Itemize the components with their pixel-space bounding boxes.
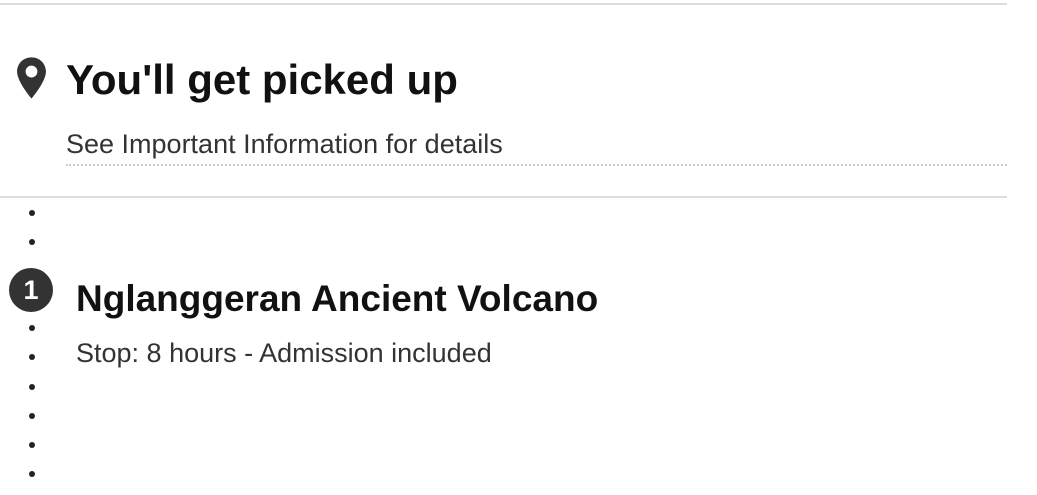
stop-number-badge: 1 (9, 268, 53, 312)
timeline-dot (29, 384, 35, 390)
stop-title[interactable]: Nglanggeran Ancient Volcano (76, 277, 598, 321)
timeline-dot (29, 471, 35, 477)
timeline-dot (29, 413, 35, 419)
pickup-title: You'll get picked up (66, 56, 458, 103)
timeline-dot (29, 239, 35, 245)
itinerary-panel: You'll get picked up See Important Infor… (0, 0, 1037, 495)
pickup-dotted-underline (66, 164, 1007, 166)
map-pin-icon (17, 57, 46, 99)
timeline-dot (29, 325, 35, 331)
stop-duration-info: Stop: 8 hours - Admission included (76, 338, 492, 368)
section-divider (0, 196, 1007, 198)
timeline-dot (29, 354, 35, 360)
top-divider (0, 3, 1007, 5)
pickup-details-link[interactable]: See Important Information for details (66, 127, 503, 161)
timeline-dot (29, 210, 35, 216)
timeline-dot (29, 442, 35, 448)
